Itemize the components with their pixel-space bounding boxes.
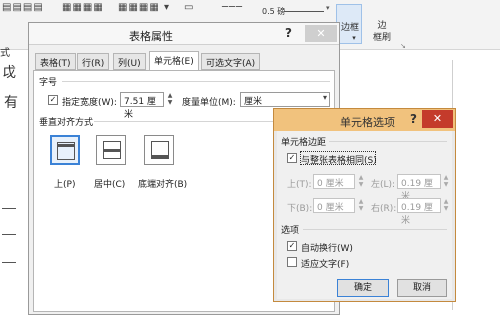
document-text: 有 — [4, 95, 18, 111]
fit-text-checkbox[interactable] — [287, 257, 297, 267]
section-divider — [303, 229, 447, 230]
same-as-table-label[interactable]: 与整张表格相同(S) — [301, 153, 377, 166]
help-icon[interactable]: ? — [285, 26, 292, 40]
dialog-title-bar[interactable]: 单元格选项 ? ✕ — [274, 109, 455, 131]
tab-row[interactable]: 行(R) — [77, 53, 110, 70]
left-margin-label: 左(L): — [371, 180, 396, 190]
tab-cell[interactable]: 单元格(E) — [149, 51, 199, 71]
chevron-down-icon: ▾ — [322, 93, 327, 102]
border-painter-label-2[interactable]: 框刷 — [368, 30, 396, 43]
document-text: 戉 — [2, 65, 16, 81]
align-bar — [58, 144, 74, 147]
right-margin-input[interactable]: 0.19 厘米 — [397, 198, 441, 226]
align-top-label[interactable]: 上(P) — [54, 177, 75, 190]
tab-table[interactable]: 表格(T) — [35, 53, 76, 70]
border-weight-value[interactable]: 0.5 磅 — [262, 6, 285, 17]
dialog-launcher-icon[interactable]: ↘ — [400, 42, 406, 50]
ribbon-line-style-icon[interactable]: ─── — [222, 2, 243, 13]
chevron-down-icon[interactable]: ▾ — [326, 4, 330, 12]
section-title-size: 字号 — [39, 78, 58, 88]
cell-options-body: 单元格边距 ✓ 与整张表格相同(S) 上(T): 0 厘米 ▲ ▼ 左(L): 0… — [277, 131, 452, 299]
left-margin-spinner[interactable]: ▲ ▼ — [442, 174, 450, 189]
ribbon-shading-icon[interactable]: ▭ — [184, 2, 194, 13]
border-weight-line — [284, 11, 324, 12]
cell-options-dialog: 单元格选项 ? ✕ 单元格边距 ✓ 与整张表格相同(S) 上(T): 0 厘米 … — [273, 108, 456, 302]
top-margin-input[interactable]: 0 厘米 — [313, 174, 355, 189]
section-title-vertical-alignment: 垂直对齐方式 — [39, 118, 94, 128]
measure-in-label: 度量单位(M): — [182, 98, 236, 108]
tab-alt-text[interactable]: 可选文字(A) — [201, 53, 261, 70]
ribbon-scroll-icon[interactable]: ▾ — [164, 2, 170, 13]
section-divider — [62, 81, 330, 82]
preferred-width-label: 指定宽度(W): — [62, 98, 117, 108]
align-bottom-icon — [151, 141, 169, 159]
bottom-margin-spinner[interactable]: ▲ ▼ — [357, 198, 365, 213]
align-bottom-option[interactable] — [144, 135, 174, 165]
tab-column[interactable]: 列(U) — [113, 53, 146, 70]
document-table-line — [2, 208, 16, 209]
document-text: 式 — [0, 48, 10, 59]
ok-button[interactable]: 确定 — [337, 279, 389, 297]
document-table-line — [2, 262, 16, 263]
ribbon-table-style-icon[interactable]: ▦▦▦▦ — [118, 2, 160, 13]
bottom-margin-input[interactable]: 0 厘米 — [313, 198, 355, 213]
preferred-width-checkbox[interactable]: ✓ — [48, 95, 58, 105]
close-icon[interactable]: ✕ — [305, 25, 337, 42]
close-icon[interactable]: ✕ — [422, 110, 453, 128]
fit-text-label[interactable]: 适应文字(F) — [301, 257, 349, 270]
align-center-option[interactable] — [96, 135, 126, 165]
top-margin-label: 上(T): — [287, 180, 312, 190]
wrap-text-label[interactable]: 自动换行(W) — [301, 241, 353, 254]
same-as-table-checkbox[interactable]: ✓ — [287, 153, 297, 163]
document-table-line — [2, 234, 16, 235]
measure-select[interactable]: 厘米 ▾ — [240, 92, 330, 107]
section-divider — [329, 141, 447, 142]
align-top-icon — [57, 142, 75, 160]
chevron-down-icon: ▾ — [352, 34, 356, 42]
borders-button-label: 边框 — [340, 23, 359, 33]
cancel-button[interactable]: 取消 — [397, 279, 447, 297]
dialog-title: 单元格选项 — [340, 116, 395, 129]
width-input[interactable]: 7.51 厘米 — [120, 92, 164, 120]
width-spinner[interactable]: ▲ ▼ — [166, 92, 174, 107]
section-title-options: 选项 — [281, 226, 300, 236]
left-margin-input[interactable]: 0.19 厘米 — [397, 174, 441, 202]
right-margin-label: 右(R): — [371, 204, 397, 214]
align-center-label[interactable]: 居中(C) — [94, 177, 125, 190]
help-icon[interactable]: ? — [410, 112, 417, 126]
ribbon-table-style-icon[interactable]: ▤▤▤▤ — [2, 2, 44, 13]
ribbon-table-style-icon[interactable]: ▦▦▦▦ — [62, 2, 104, 13]
top-margin-spinner[interactable]: ▲ ▼ — [357, 174, 365, 189]
section-title-cell-margins: 单元格边距 — [281, 138, 327, 148]
dialog-title: 表格属性 — [129, 30, 173, 43]
align-bottom-label[interactable]: 底端对齐(B) — [138, 177, 187, 190]
align-top-option[interactable] — [50, 135, 80, 165]
measure-select-value: 厘米 — [244, 97, 263, 107]
align-center-icon — [103, 141, 121, 159]
dialog-title-bar[interactable]: 表格属性 ? ✕ — [29, 23, 339, 45]
align-bar — [104, 149, 120, 152]
bottom-margin-label: 下(B): — [287, 204, 313, 214]
wrap-text-checkbox[interactable]: ✓ — [287, 241, 297, 251]
right-margin-spinner[interactable]: ▲ ▼ — [442, 198, 450, 213]
align-bar — [152, 155, 168, 158]
